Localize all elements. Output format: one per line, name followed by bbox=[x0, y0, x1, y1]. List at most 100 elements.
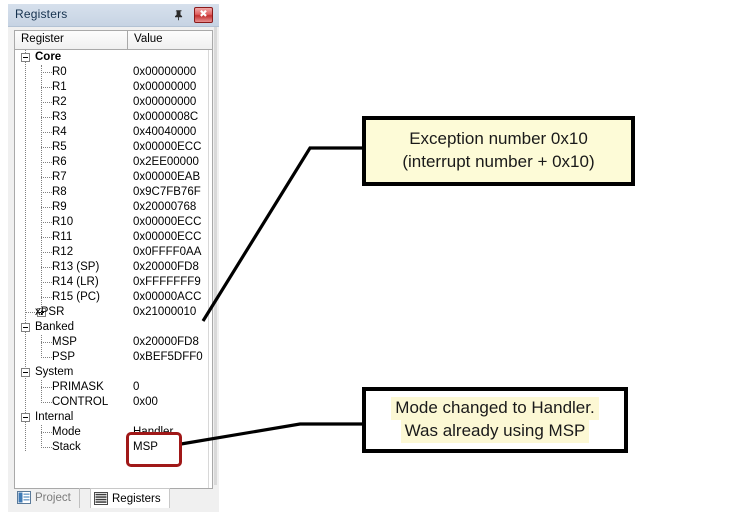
tree-row-value: 0x20000FD8 bbox=[133, 261, 199, 273]
tree-row[interactable]: R4 0x40040000 bbox=[15, 125, 212, 140]
tree-row-value: 0x9C7FB76F bbox=[133, 186, 201, 198]
tree-row[interactable]: MSP 0x20000FD8 bbox=[15, 335, 212, 350]
tree-row[interactable]: Core bbox=[15, 50, 212, 65]
tree-row-value: 0x00000000 bbox=[133, 96, 197, 108]
tree-row-value: 0x00000ACC bbox=[133, 291, 202, 303]
tree-row[interactable]: R12 0x0FFFF0AA bbox=[15, 245, 212, 260]
tree-row-name: MSP bbox=[52, 336, 77, 348]
tree-row[interactable]: xPSR 0x21000010 bbox=[15, 305, 212, 320]
toggle-horizontal-bar bbox=[23, 57, 28, 58]
leader-line-exception bbox=[201, 146, 362, 322]
tree-row[interactable]: R13 (SP) 0x20000FD8 bbox=[15, 260, 212, 275]
tree-row-value: 0xFFFFFFF9 bbox=[133, 276, 201, 288]
tree-row[interactable]: R11 0x00000ECC bbox=[15, 230, 212, 245]
tree-row-name: R12 bbox=[52, 246, 74, 258]
tree-row-value: 0x40040000 bbox=[133, 126, 197, 138]
toggle-horizontal-bar bbox=[23, 417, 28, 418]
toggle-horizontal-bar bbox=[23, 327, 28, 328]
tree-row[interactable]: R10 0x00000ECC bbox=[15, 215, 212, 230]
collapse-icon[interactable] bbox=[21, 323, 30, 332]
panel-separator bbox=[214, 27, 217, 485]
tree-row-name: xPSR bbox=[35, 306, 65, 318]
callout-mode-line1: Mode changed to Handler. bbox=[391, 397, 599, 420]
callout-exception-line1: Exception number 0x10 bbox=[409, 129, 588, 149]
tree-guide-internal bbox=[41, 425, 43, 448]
collapse-icon[interactable] bbox=[21, 53, 30, 62]
tree-row[interactable]: R0 0x00000000 bbox=[15, 65, 212, 80]
tree-row[interactable]: CONTROL 0x00 bbox=[15, 395, 212, 410]
tree-row-name: R1 bbox=[52, 81, 67, 93]
tree-row-value: 0x2EE00000 bbox=[133, 156, 199, 168]
tree-row-name: R6 bbox=[52, 156, 67, 168]
column-header-register[interactable]: Register bbox=[15, 31, 128, 49]
tree-row-value: 0x00000000 bbox=[133, 81, 197, 93]
collapse-icon[interactable] bbox=[21, 368, 30, 377]
tree-row-name: R14 (LR) bbox=[52, 276, 99, 288]
tree-row[interactable]: R3 0x0000008C bbox=[15, 110, 212, 125]
tree-row[interactable]: System bbox=[15, 365, 212, 380]
panel-title: Registers bbox=[15, 7, 68, 21]
tree-row-name: R15 (PC) bbox=[52, 291, 100, 303]
tree-row[interactable]: PRIMASK 0 bbox=[15, 380, 212, 395]
tree-row-value: 0x00 bbox=[133, 396, 158, 408]
tree-row[interactable]: Internal bbox=[15, 410, 212, 425]
tree-row-name: Internal bbox=[35, 411, 74, 423]
collapse-icon[interactable] bbox=[21, 413, 30, 422]
tree-row-value: 0x20000768 bbox=[133, 201, 197, 213]
tree-row[interactable]: PSP 0xBEF5DFF0 bbox=[15, 350, 212, 365]
pin-icon[interactable] bbox=[172, 8, 186, 22]
tree-row[interactable]: Banked bbox=[15, 320, 212, 335]
tree-row-name: R13 (SP) bbox=[52, 261, 100, 273]
tree-row-name: R8 bbox=[52, 186, 67, 198]
tab-project-label: Project bbox=[35, 492, 71, 504]
tree-row-name: PSP bbox=[52, 351, 76, 363]
registers-panel: Registers ✖ Register Value Core R0 0x00000… bbox=[8, 4, 219, 512]
tab-registers[interactable]: Registers bbox=[90, 488, 170, 508]
tree-row-name: R0 bbox=[52, 66, 67, 78]
tree-row-name: CONTROL bbox=[52, 396, 109, 408]
tree-row-value: 0x21000010 bbox=[133, 306, 197, 318]
tree-guide-banked bbox=[41, 335, 43, 358]
tree-row-value: 0x00000ECC bbox=[133, 216, 202, 228]
tree-row-name: R7 bbox=[52, 171, 67, 183]
tree-row-name: Mode bbox=[52, 426, 81, 438]
tree-row[interactable]: R8 0x9C7FB76F bbox=[15, 185, 212, 200]
tree-row-name: R4 bbox=[52, 126, 67, 138]
toggle-horizontal-bar bbox=[23, 372, 28, 373]
tree-row[interactable]: R6 0x2EE00000 bbox=[15, 155, 212, 170]
tree-row[interactable]: R9 0x20000768 bbox=[15, 200, 212, 215]
tree-row-name: R3 bbox=[52, 111, 67, 123]
tree-row-name: R9 bbox=[52, 201, 67, 213]
column-header-row: Register Value bbox=[15, 31, 212, 50]
tree-row[interactable]: Mode Handler bbox=[15, 425, 212, 440]
tree-row-name: Banked bbox=[35, 321, 75, 333]
close-icon[interactable]: ✖ bbox=[194, 7, 213, 23]
tree-scroll-gutter[interactable] bbox=[208, 50, 212, 488]
tree-row-name: R10 bbox=[52, 216, 74, 228]
tree-row[interactable]: R7 0x00000EAB bbox=[15, 170, 212, 185]
tree-row-value: Handler bbox=[133, 426, 174, 438]
column-header-value[interactable]: Value bbox=[128, 31, 212, 49]
callout-mode-changed: Mode changed to Handler. Was already usi… bbox=[362, 387, 628, 453]
tree-row-value: 0xBEF5DFF0 bbox=[133, 351, 203, 363]
tree-row-name: PRIMASK bbox=[52, 381, 104, 393]
tree-row-value: 0x20000FD8 bbox=[133, 336, 199, 348]
tree-row[interactable]: R14 (LR) 0xFFFFFFF9 bbox=[15, 275, 212, 290]
tree-row[interactable]: Stack MSP bbox=[15, 440, 212, 455]
tab-project[interactable]: Project bbox=[14, 488, 80, 508]
tree-row-name: Stack bbox=[52, 441, 81, 453]
tree-row[interactable]: R1 0x00000000 bbox=[15, 80, 212, 95]
tree-row-name: R5 bbox=[52, 141, 67, 153]
tree-row-value: 0x00000EAB bbox=[133, 171, 201, 183]
tree-row[interactable]: R5 0x00000ECC bbox=[15, 140, 212, 155]
tree-row-name: System bbox=[35, 366, 74, 378]
registers-tree[interactable]: Register Value Core R0 0x00000000 R1 0x00000… bbox=[14, 30, 213, 489]
tree-row[interactable]: R15 (PC) 0x00000ACC bbox=[15, 290, 212, 305]
callout-exception-line2: (interrupt number + 0x10) bbox=[402, 152, 595, 171]
project-icon bbox=[17, 491, 31, 504]
tree-row-name: R11 bbox=[52, 231, 73, 243]
tree-row[interactable]: R2 0x00000000 bbox=[15, 95, 212, 110]
tree-row-value: MSP bbox=[133, 441, 158, 453]
tree-row-value: 0x0000008C bbox=[133, 111, 199, 123]
panel-titlebar[interactable]: Registers ✖ bbox=[8, 4, 219, 27]
